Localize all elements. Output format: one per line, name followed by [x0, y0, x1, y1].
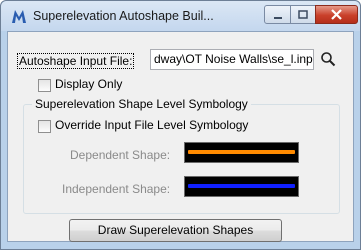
window-title: Superelevation Autoshape Buil...	[33, 9, 214, 23]
input-file-field[interactable]: dway\OT Noise Walls\se_l.inp	[150, 49, 314, 70]
independent-shape-label: Independent Shape:	[62, 182, 171, 196]
dependent-shape-label: Dependent Shape:	[70, 148, 171, 162]
input-file-label: Autoshape Input File:	[17, 53, 135, 69]
maximize-button[interactable]	[290, 5, 316, 24]
minimize-button[interactable]	[264, 5, 291, 24]
maximize-icon	[298, 9, 308, 19]
override-symbology-checkbox[interactable]	[38, 120, 51, 133]
display-only-checkbox[interactable]	[38, 79, 51, 92]
symbology-group-title: Superelevation Shape Level Symbology	[32, 97, 251, 111]
independent-shape-swatch[interactable]	[184, 176, 299, 197]
close-button[interactable]	[315, 5, 358, 24]
title-bar[interactable]: Superelevation Autoshape Buil...	[1, 1, 360, 31]
minimize-icon	[273, 16, 282, 19]
dialog-window: Superelevation Autoshape Buil... Autosha…	[0, 0, 361, 250]
independent-shape-line	[188, 184, 295, 188]
dependent-shape-swatch[interactable]	[184, 142, 299, 163]
display-only-label: Display Only	[55, 77, 123, 91]
close-icon	[331, 9, 342, 20]
dependent-shape-line	[188, 150, 295, 154]
bentley-m-icon	[12, 10, 26, 23]
override-symbology-label: Override Input File Level Symbology	[55, 118, 249, 132]
dialog-body: Autoshape Input File: dway\OT Noise Wall…	[7, 31, 354, 242]
draw-superelevation-button[interactable]: Draw Superelevation Shapes	[69, 219, 282, 242]
search-icon[interactable]	[320, 51, 336, 67]
